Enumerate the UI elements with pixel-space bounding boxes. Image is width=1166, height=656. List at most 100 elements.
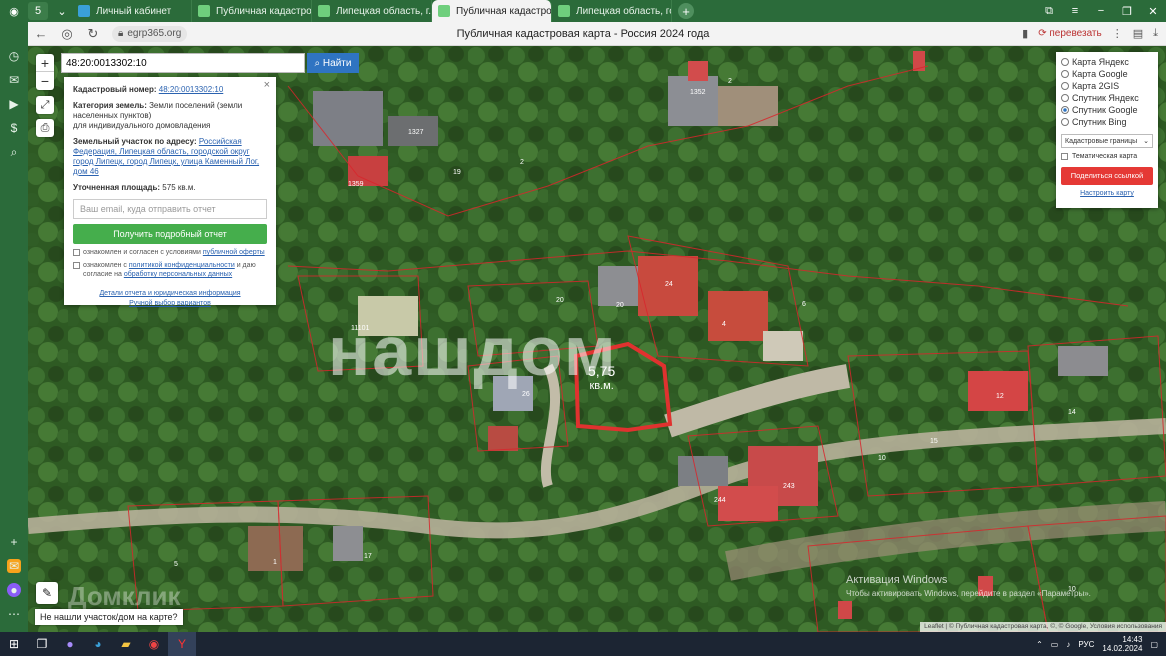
search-button[interactable]: ⌕ Найти (307, 53, 359, 73)
more-icon[interactable]: ⋯ (7, 607, 21, 621)
tabs-menu-icon[interactable]: ⌄ (52, 2, 72, 20)
parcel-label: 244 (714, 497, 726, 504)
history-icon[interactable]: ◷ (7, 49, 21, 63)
alice-icon[interactable]: ● (7, 583, 21, 597)
extensions-icon[interactable]: ⋮ (1112, 27, 1123, 40)
parcel-label: 20 (616, 302, 624, 309)
media-icon[interactable]: ▶ (7, 97, 21, 111)
parcel-label: 24 (665, 281, 673, 288)
browser-sidebar: ◷ ✉ ▶ $ ⌕ + ✉ ● ⋯ (0, 22, 28, 632)
folder-icon[interactable]: ▰ (112, 632, 140, 656)
minimize-icon[interactable]: − (1088, 5, 1114, 18)
parcel-label: 10 (878, 455, 886, 462)
tab-cadastral-map-active[interactable]: Публичная кадастрова × (432, 0, 552, 22)
back-icon[interactable]: ← (28, 26, 54, 41)
zoom-in-button[interactable]: + (36, 54, 54, 72)
mail-app-icon[interactable]: ✉ (7, 559, 21, 573)
privacy-consent[interactable]: ознакомлен с политикой конфиденциальност… (73, 261, 267, 279)
radio-icon (1061, 94, 1069, 102)
parcel-info-panel: × Кадастровый номер: 48:20:0013302:10 Ка… (64, 77, 276, 307)
layer-bing-satellite[interactable]: Спутник Bing (1061, 116, 1153, 128)
report-details-link[interactable]: Детали отчета и юридическая информация (99, 290, 240, 297)
thematic-map-toggle[interactable]: Тематическая карта (1061, 153, 1153, 160)
language-indicator[interactable]: РУС (1078, 640, 1094, 649)
bookmarks-icon[interactable]: ⧉ (1036, 5, 1062, 18)
maximize-icon[interactable]: ❐ (1114, 5, 1140, 18)
sidebar-toggle-icon[interactable]: 5 (28, 2, 48, 20)
clock[interactable]: 14:43 14.02.2024 (1102, 635, 1142, 653)
land-use: для индивидуального домовладения (73, 121, 211, 130)
boundaries-select[interactable]: Кадастровые границы ⌄ (1061, 134, 1153, 148)
network-icon[interactable]: ▭ (1051, 640, 1059, 649)
windows-start-icon[interactable]: ⊞ (0, 632, 28, 656)
thematic-checkbox[interactable] (1061, 153, 1068, 160)
layer-yandex-map[interactable]: Карта Яндекс (1061, 56, 1153, 68)
parcel-label: 26 (522, 391, 530, 398)
reload-icon[interactable]: ↻ (80, 26, 106, 42)
offer-consent[interactable]: ознакомлен и согласен с условиями публич… (73, 248, 267, 257)
download-icon[interactable]: ⤓ (1153, 27, 1158, 40)
parcel-label: 1327 (408, 129, 424, 136)
layer-2gis-map[interactable]: Карта 2GIS (1061, 80, 1153, 92)
new-tab-button[interactable]: + (678, 3, 694, 19)
translate-button[interactable]: ⟳ перевезать (1038, 28, 1102, 39)
yandex-browser-icon[interactable]: Y (168, 632, 196, 656)
site-icon (558, 5, 570, 17)
tab-cadastral-map-1[interactable]: Публичная кадастровая к (192, 0, 312, 22)
protect-icon[interactable]: ◎ (54, 26, 80, 42)
apps-icon[interactable]: $ (7, 121, 21, 135)
layer-yandex-satellite[interactable]: Спутник Яндекс (1061, 92, 1153, 104)
task-view-icon[interactable]: ❐ (28, 632, 56, 656)
layer-google-map[interactable]: Карта Google (1061, 68, 1153, 80)
reading-icon[interactable]: ▤ (1133, 27, 1143, 40)
parcel-label: 2 (728, 78, 732, 85)
setup-map-link[interactable]: Настроить карту (1061, 190, 1153, 197)
privacy-checkbox[interactable] (73, 262, 80, 269)
tab-personal-cabinet[interactable]: Личный кабинет (72, 0, 192, 22)
messenger-icon[interactable]: ✉ (7, 73, 21, 87)
camera-icon[interactable]: ⌕ (7, 145, 21, 159)
offer-checkbox[interactable] (73, 249, 80, 256)
tab-lipetsk-2[interactable]: Липецкая область, город (552, 0, 672, 22)
browser-logo-icon[interactable]: ◉ (4, 2, 24, 20)
add-icon[interactable]: + (7, 535, 21, 549)
parcel-area-label: 5,75 кв.м. (588, 363, 616, 393)
volume-icon[interactable]: ♪ (1066, 640, 1070, 649)
close-window-icon[interactable]: ✕ (1140, 5, 1166, 18)
tab-lipetsk-1[interactable]: Липецкая область, г. Лип (312, 0, 432, 22)
search-icon: ⌕ (314, 57, 321, 69)
close-icon[interactable]: × (264, 80, 270, 91)
menu-icon[interactable]: ≡ (1062, 5, 1088, 18)
satellite-map[interactable]: 1352 2 1327 1359 2 19 20 24 20 4 6 11101… (28, 46, 1166, 632)
email-field[interactable]: Ваш email, куда отправить отчет (73, 199, 267, 219)
chrome-icon[interactable]: ◉ (140, 632, 168, 656)
parcel-label: 243 (783, 483, 795, 490)
url-field[interactable]: 🔒︎ egrp365.org (112, 25, 188, 42)
parcel-label: 19 (453, 169, 461, 176)
chevron-down-icon: ⌄ (1143, 138, 1149, 145)
parcel-label: 20 (556, 297, 564, 304)
pencil-icon[interactable]: ✎ (36, 582, 58, 604)
not-found-button[interactable]: Не нашли участок/дом на карте? (35, 609, 183, 625)
cadastral-search-input[interactable] (61, 53, 305, 73)
windows-activation-notice: Активация Windows Чтобы активировать Win… (846, 574, 1091, 598)
parcel-label: 4 (722, 321, 726, 328)
edge-icon[interactable]: ◕ (84, 632, 112, 656)
tray-chevron-icon[interactable]: ⌃ (1036, 640, 1043, 649)
cadastral-number-link[interactable]: 48:20:0013302:10 (159, 85, 224, 94)
manual-select-link[interactable]: Ручной выбор вариантов (129, 300, 211, 307)
layer-google-satellite[interactable]: Спутник Google (1061, 104, 1153, 116)
radio-icon (1061, 58, 1069, 66)
notifications-icon[interactable]: ▢ (1150, 640, 1158, 649)
bookmark-icon[interactable]: ▮ (1022, 27, 1028, 40)
fullscreen-icon[interactable]: ⤢ (36, 96, 54, 114)
parcel-label: 2 (520, 159, 524, 166)
zoom-out-button[interactable]: − (36, 72, 54, 90)
app-icon[interactable]: ● (56, 632, 84, 656)
translate-icon: ⟳ (1038, 28, 1047, 39)
parcel-label: 17 (364, 553, 372, 560)
share-link-button[interactable]: Поделиться ссылкой (1061, 167, 1153, 185)
print-icon[interactable]: ⎙ (36, 119, 54, 137)
map-layers-panel: Карта Яндекс Карта Google Карта 2GIS Спу… (1056, 52, 1158, 208)
get-report-button[interactable]: Получить подробный отчет (73, 224, 267, 244)
